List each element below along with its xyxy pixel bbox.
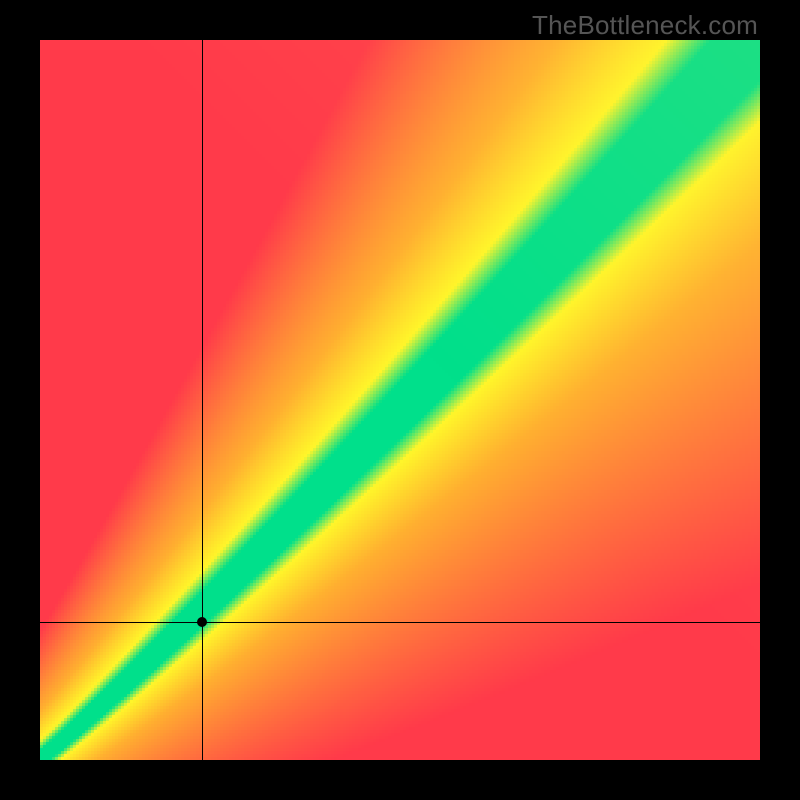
- plot-area: [40, 40, 760, 760]
- chart-frame: TheBottleneck.com: [0, 0, 800, 800]
- watermark-text: TheBottleneck.com: [532, 10, 758, 41]
- heatmap-canvas: [40, 40, 760, 760]
